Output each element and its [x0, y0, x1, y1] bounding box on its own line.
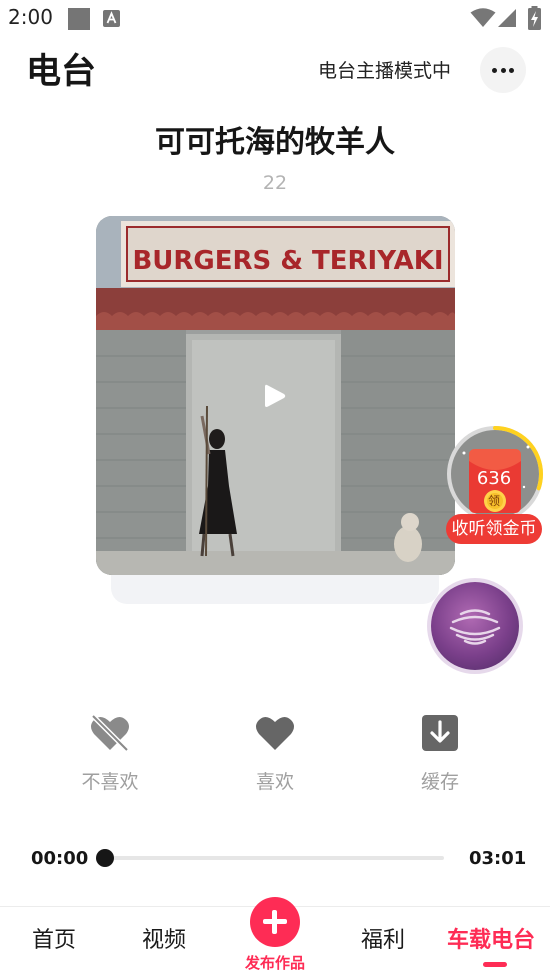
signal-icon [498, 9, 516, 27]
more-button[interactable] [480, 47, 526, 93]
nav-item-car-radio[interactable]: 车载电台 [447, 926, 535, 956]
coin-claim-label: 领 [487, 494, 500, 508]
dislike-label: 不喜欢 [81, 771, 139, 793]
current-time: 00:00 [31, 848, 89, 869]
more-horizontal-icon [492, 68, 514, 73]
listen-earn-coins-label: 收听领金币 [446, 514, 542, 544]
wifi-icon [470, 8, 496, 27]
notification-square-icon [68, 8, 90, 30]
track-title: 可可托海的牧羊人 [155, 125, 395, 160]
like-button[interactable]: 喜欢 [220, 712, 330, 802]
total-time: 03:01 [469, 848, 527, 869]
coin-count: 636 [476, 468, 512, 489]
voice-assistant-button[interactable] [431, 582, 519, 670]
nav-item-video[interactable]: 视频 [142, 926, 186, 956]
cover-sign-text: BURGERS & TERIYAKI [132, 246, 443, 276]
progress-bar[interactable] [104, 856, 444, 860]
nav-item-welfare[interactable]: 福利 [361, 926, 405, 956]
nav-item-home[interactable]: 首页 [32, 926, 76, 956]
track-count: 22 [262, 172, 288, 194]
listen-earn-coins-widget[interactable]: 636 领 收听领金币 [444, 423, 546, 547]
progress-thumb[interactable] [96, 849, 114, 867]
cache-button[interactable]: 缓存 [385, 712, 495, 802]
status-bar: 2:00 [0, 0, 550, 36]
like-label: 喜欢 [255, 771, 294, 793]
status-time: 2:00 [8, 5, 53, 29]
publish-label[interactable]: 发布作品 [230, 953, 320, 973]
heart-icon [254, 712, 296, 754]
nav-active-indicator [483, 962, 507, 967]
play-icon[interactable] [263, 383, 287, 409]
host-mode-label[interactable]: 电台主播模式中 [318, 59, 451, 83]
publish-button[interactable] [250, 897, 300, 947]
page-title: 电台 [26, 52, 97, 92]
dislike-heart-icon [89, 712, 131, 754]
voice-assistant-icon [449, 609, 501, 645]
dislike-button[interactable]: 不喜欢 [55, 712, 165, 802]
track-cover[interactable]: BURGERS & TERIYAKI [96, 216, 455, 575]
download-icon [419, 712, 461, 754]
keyboard-a-icon [103, 10, 120, 27]
cache-label: 缓存 [420, 771, 459, 793]
battery-charging-icon [528, 6, 541, 30]
